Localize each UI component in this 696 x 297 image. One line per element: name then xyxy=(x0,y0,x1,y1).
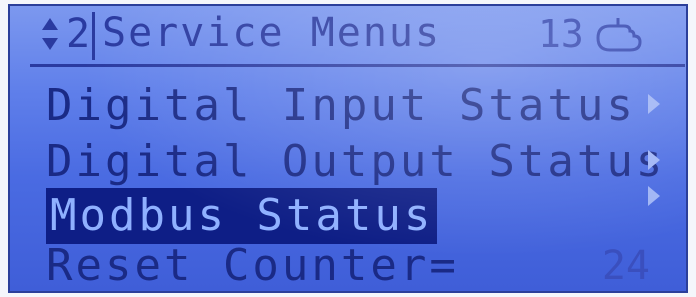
menu-item-label: Digital Input Status xyxy=(46,80,636,131)
page-number: 2 xyxy=(66,11,91,57)
arrow-right-icon xyxy=(648,94,660,114)
up-down-arrows-icon[interactable] xyxy=(40,16,60,52)
menu-item-digital-input-status[interactable]: Digital Input Status xyxy=(40,78,680,134)
header-divider xyxy=(92,12,95,60)
menu-item-label: Digital Output Status xyxy=(46,136,666,187)
arrow-right-icon xyxy=(648,150,660,170)
reset-counter-value: 24 xyxy=(601,243,650,289)
menu-item-reset-counter[interactable]: Reset Counter= 24 xyxy=(40,238,680,291)
hand-pointer-icon xyxy=(596,18,642,52)
lcd-screen: 2 Service Menus 13 Digital Input Status … xyxy=(8,4,688,293)
menu-header: 2 Service Menus 13 xyxy=(10,6,686,67)
menu-item-digital-output-status[interactable]: Digital Output Status xyxy=(40,134,680,190)
arrow-right-icon xyxy=(648,186,660,206)
header-rule xyxy=(30,64,685,67)
device-bezel: 2 Service Menus 13 Digital Input Status … xyxy=(0,0,696,297)
menu-item-label-selected: Modbus Status xyxy=(46,188,438,244)
item-count: 13 xyxy=(538,12,584,56)
menu-item-modbus-status[interactable]: Modbus Status xyxy=(40,186,680,244)
menu-item-label: Reset Counter= xyxy=(46,240,459,291)
page-title: Service Menus xyxy=(102,10,442,56)
